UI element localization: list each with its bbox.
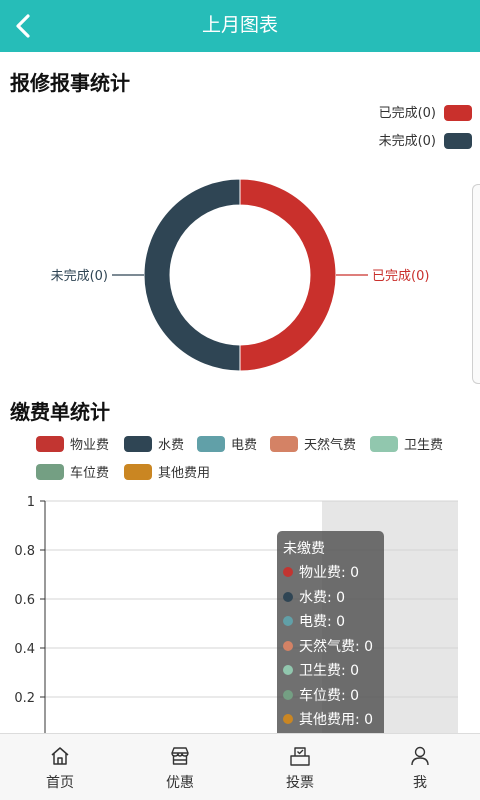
tooltip-row-text: 其他费用: 0 bbox=[299, 712, 374, 728]
legend-label: 已完成(0) bbox=[378, 106, 436, 121]
tab-vote[interactable]: 投票 bbox=[240, 734, 360, 800]
app-header: 上月图表 bbox=[0, 0, 480, 52]
tab-home[interactable]: 首页 bbox=[0, 734, 120, 800]
tooltip-title: 未缴费 bbox=[283, 541, 325, 557]
home-icon bbox=[51, 747, 69, 765]
series-dot bbox=[283, 689, 293, 700]
series-dot bbox=[283, 591, 293, 602]
legend-label: 其他费用 bbox=[158, 466, 211, 481]
tab-discounts[interactable]: 优惠 bbox=[120, 734, 240, 800]
tooltip-row: 车位费: 0 bbox=[283, 684, 378, 709]
slice-label-uncompleted: 未完成(0) bbox=[51, 269, 108, 284]
y-tick-label: 0.2 bbox=[14, 691, 35, 706]
fee-bar-chart: 1 0.8 0.6 0.4 0.2 bbox=[14, 495, 458, 733]
legend-swatch bbox=[197, 436, 225, 452]
legend-label: 卫生费 bbox=[404, 438, 444, 453]
legend-label: 天然气费 bbox=[304, 438, 357, 453]
donut-slice-uncompleted[interactable] bbox=[143, 178, 241, 372]
legend-swatch bbox=[270, 436, 298, 452]
repair-donut-chart: 已完成(0) 未完成(0) bbox=[51, 178, 429, 372]
y-tick-label: 0.8 bbox=[14, 544, 35, 559]
legend-item-uncompleted[interactable]: 未完成(0) bbox=[352, 133, 472, 151]
tooltip-row-text: 车位费: 0 bbox=[299, 687, 360, 704]
tooltip-row: 天然气费: 0 bbox=[283, 635, 378, 660]
tooltip-row-text: 水费: 0 bbox=[299, 589, 346, 606]
tab-me[interactable]: 我 bbox=[360, 734, 480, 800]
legend-swatch bbox=[444, 105, 472, 121]
tooltip-row: 物业费: 0 bbox=[283, 561, 378, 586]
tooltip-row-text: 电费: 0 bbox=[299, 614, 346, 630]
tooltip-row: 卫生费: 0 bbox=[283, 659, 378, 684]
legend-swatch bbox=[36, 464, 64, 480]
fee-legend: 物业费 水费 电费 天然气费 卫生费 车位费 其他费用 bbox=[0, 434, 480, 490]
tab-label: 我 bbox=[413, 775, 427, 791]
bottom-tab-bar: 首页 优惠 投票 我 bbox=[0, 733, 480, 800]
y-tick-label: 1 bbox=[27, 495, 35, 510]
page-title: 上月图表 bbox=[201, 14, 278, 36]
legend-item-parking-fee[interactable]: 车位费 bbox=[36, 464, 109, 483]
legend-swatch bbox=[124, 464, 152, 480]
legend-item-electric-fee[interactable]: 电费 bbox=[197, 436, 257, 455]
tab-label: 优惠 bbox=[166, 775, 194, 791]
chart-tooltip: 未缴费 物业费: 0 水费: 0 电费: 0 天然气费: 0 卫生费: 0 车位… bbox=[277, 531, 384, 739]
shop-icon bbox=[171, 747, 189, 765]
tab-label: 投票 bbox=[286, 775, 314, 791]
tooltip-row: 电费: 0 bbox=[283, 610, 378, 635]
fee-section-title: 缴费单统计 bbox=[10, 400, 110, 424]
legend-swatch bbox=[36, 436, 64, 452]
legend-item-water-fee[interactable]: 水费 bbox=[124, 436, 184, 455]
tooltip-row: 水费: 0 bbox=[283, 586, 378, 611]
legend-label: 未完成(0) bbox=[378, 134, 436, 149]
y-tick-label: 0.6 bbox=[14, 593, 35, 608]
legend-item-completed[interactable]: 已完成(0) bbox=[352, 105, 472, 123]
side-scroll-handle[interactable] bbox=[472, 184, 480, 384]
legend-label: 车位费 bbox=[70, 466, 110, 481]
legend-label: 电费 bbox=[231, 438, 258, 453]
legend-item-gas-fee[interactable]: 天然气费 bbox=[270, 436, 356, 455]
tooltip-row-text: 天然气费: 0 bbox=[299, 638, 374, 655]
series-dot bbox=[283, 714, 293, 724]
donut-slice-completed[interactable] bbox=[239, 178, 337, 372]
person-icon bbox=[411, 746, 429, 766]
repair-section-title: 报修报事统计 bbox=[10, 71, 130, 95]
legend-item-other-fee[interactable]: 其他费用 bbox=[124, 464, 210, 483]
series-dot bbox=[283, 665, 293, 675]
y-tick-label: 0.4 bbox=[14, 642, 35, 657]
series-dot bbox=[283, 616, 293, 626]
tab-label: 首页 bbox=[46, 775, 74, 791]
legend-item-sanitation-fee[interactable]: 卫生费 bbox=[370, 436, 443, 455]
vote-icon bbox=[290, 747, 310, 766]
slice-label-completed: 已完成(0) bbox=[372, 269, 429, 284]
tooltip-row-text: 卫生费: 0 bbox=[299, 663, 360, 679]
legend-swatch bbox=[444, 133, 472, 149]
tooltip-row-text: 物业费: 0 bbox=[299, 565, 360, 581]
legend-label: 物业费 bbox=[70, 438, 110, 453]
legend-item-property-fee[interactable]: 物业费 bbox=[36, 436, 109, 455]
legend-label: 水费 bbox=[158, 438, 185, 453]
legend-swatch bbox=[124, 436, 152, 452]
legend-swatch bbox=[370, 436, 398, 452]
tooltip-row: 其他费用: 0 bbox=[283, 708, 378, 733]
series-dot bbox=[283, 567, 293, 577]
series-dot bbox=[283, 640, 293, 651]
